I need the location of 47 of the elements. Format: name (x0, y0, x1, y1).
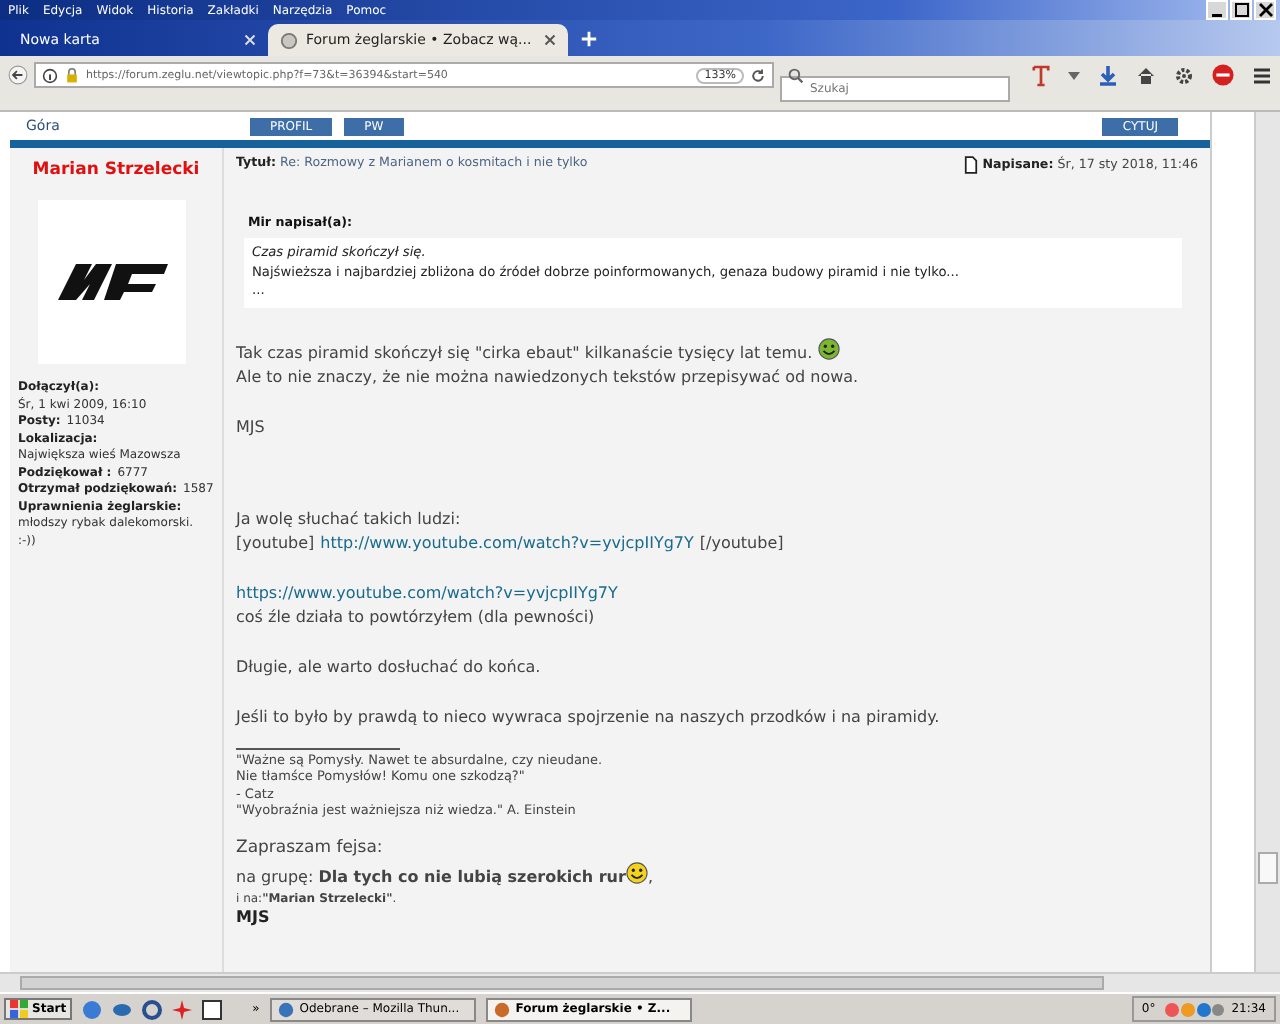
windows-logo-icon (10, 1000, 28, 1018)
close-icon[interactable] (1254, 0, 1276, 20)
post-text: [youtube] (236, 533, 315, 551)
grinning-face-icon (818, 337, 841, 359)
app-icon (277, 1001, 294, 1017)
globe-icon (280, 31, 298, 49)
minimize-icon[interactable] (1206, 0, 1228, 20)
signature-heading: Zapraszam fejsa: (236, 835, 385, 861)
serif-letter-icon[interactable] (1032, 63, 1050, 87)
search-icon (788, 67, 804, 83)
gear-icon[interactable] (1174, 65, 1194, 85)
tray-icon[interactable] (1163, 1001, 1224, 1017)
signature-text: , (647, 867, 653, 885)
document-icon (964, 156, 979, 174)
eye-icon[interactable] (112, 999, 133, 1019)
post-text: Długie, ale warto dosłuchać do końca. (236, 657, 541, 675)
post-text: [/youtube] (699, 533, 784, 551)
home-icon[interactable] (1136, 65, 1156, 85)
new-tab-icon[interactable] (580, 30, 598, 48)
maximize-icon[interactable] (1230, 0, 1252, 20)
reload-icon[interactable] (750, 67, 766, 83)
info-icon[interactable] (42, 67, 58, 83)
signature-text: na grupę: Dla tych co nie lubią szerokich rur (236, 867, 626, 885)
post-text: MJS (236, 417, 265, 435)
vertical-scrollbar[interactable] (1254, 112, 1280, 972)
video-link[interactable]: http://www.youtube.com/watch?v=yvjcpIIYg7Y (320, 533, 694, 551)
post-text: Ja wolę słuchać takich ludzi: (236, 509, 461, 527)
circle-icon[interactable] (142, 999, 163, 1019)
app-icon (493, 1001, 510, 1017)
winking-face-icon (625, 861, 648, 883)
horizontal-scrollbar[interactable] (0, 972, 1280, 992)
star-burst-icon[interactable] (172, 999, 193, 1019)
dropdown-caret-icon[interactable] (1068, 71, 1080, 79)
globe-icon[interactable] (82, 999, 103, 1019)
signature-name: MJS (236, 907, 272, 925)
picture-icon[interactable] (202, 999, 223, 1019)
stop-sign-icon[interactable] (1212, 64, 1234, 86)
padlock-icon[interactable] (64, 67, 80, 83)
post-text: coś źle działa to powtórzyłem (dla pewności) (236, 607, 595, 625)
close-tab-icon[interactable] (544, 34, 556, 46)
post-text: Jeśli to było by prawdą to nieco wywraca spojrzenie na naszych przodków i na piramidy. (236, 707, 940, 725)
author-name[interactable]: Marian Strzelecki (18, 160, 214, 180)
menu-icon[interactable] (1252, 65, 1272, 85)
download-icon[interactable] (1098, 65, 1118, 85)
post-text: Ale to nie znaczy, że nie można nawiedzonych tekstów przepisywać od nowa. (236, 367, 859, 385)
post-text: Tak czas piramid skończył się "cirka ebaut" kilkanaście tysięcy lat temu. (236, 343, 813, 361)
video-link[interactable]: https://www.youtube.com/watch?v=yvjcpIIYg7Y (236, 583, 618, 601)
